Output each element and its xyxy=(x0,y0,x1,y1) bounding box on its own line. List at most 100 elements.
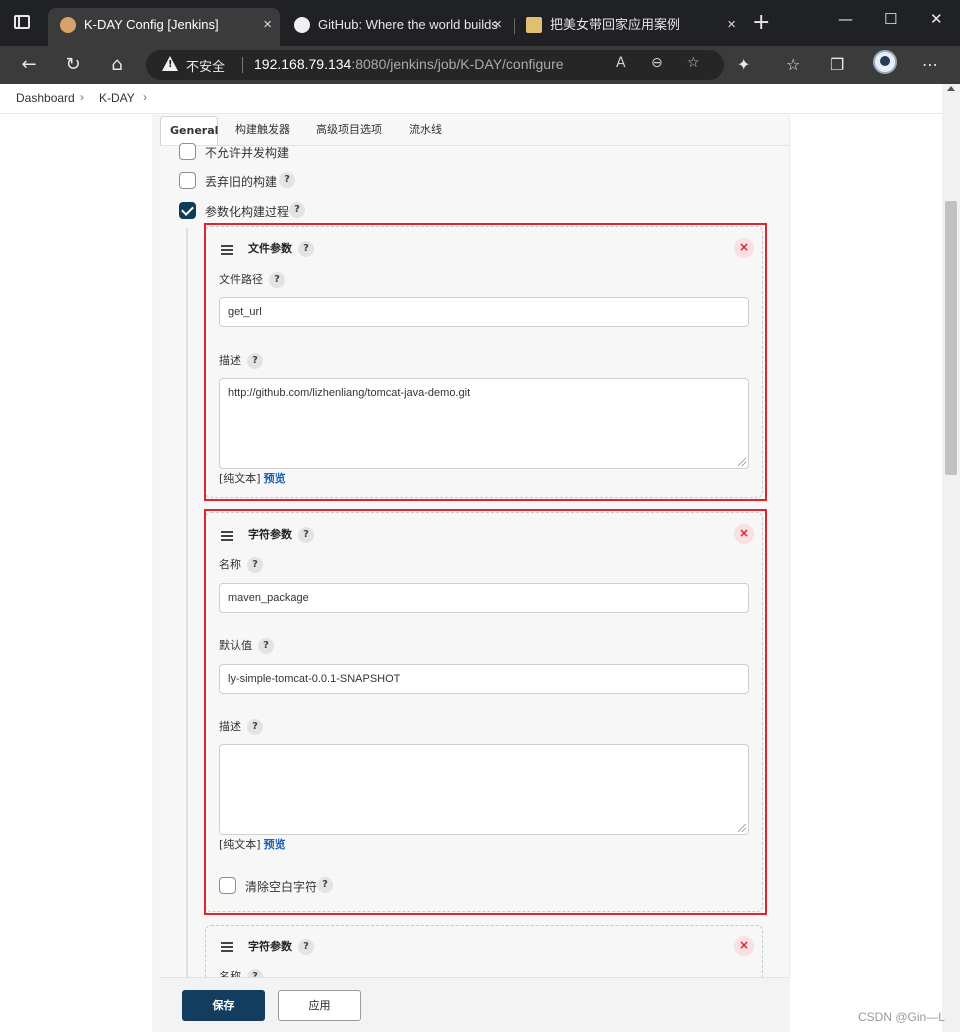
watermark: CSDN @Gin—L xyxy=(858,1010,945,1024)
delete-parameter-button[interactable]: × xyxy=(734,936,754,956)
help-icon[interactable]: ? xyxy=(298,939,314,955)
tab-pipeline[interactable]: 流水线 xyxy=(400,116,451,146)
apply-button[interactable]: 应用 xyxy=(278,990,361,1021)
description-label: 描述? xyxy=(219,352,263,369)
checkbox[interactable] xyxy=(179,143,196,160)
help-icon[interactable]: ? xyxy=(247,557,263,573)
zoom-icon[interactable]: ⊖ xyxy=(651,55,663,71)
extensions-icon[interactable]: ✦ xyxy=(737,55,750,74)
tab-actions-icon[interactable] xyxy=(14,15,30,29)
file-path-label: 文件路径? xyxy=(219,271,285,288)
parameter-type-title: 文件参数? xyxy=(248,240,314,257)
string-parameter-block: 字符参数? × 名称? maven_package 默认值? ly-simple… xyxy=(205,512,763,912)
name-input[interactable]: maven_package xyxy=(219,583,749,613)
scroll-thumb[interactable] xyxy=(945,201,957,475)
help-icon[interactable]: ? xyxy=(269,272,285,288)
help-icon[interactable]: ? xyxy=(247,719,263,735)
drag-handle-icon[interactable] xyxy=(221,245,233,255)
tab-general[interactable]: General xyxy=(160,116,218,146)
resize-handle-icon[interactable] xyxy=(738,458,746,466)
close-tab-icon[interactable]: × xyxy=(263,8,272,42)
browser-toolbar: ← ↻ ⌂ ! 不安全 192.168.79.134:8080/jenkins/… xyxy=(0,46,960,84)
close-tab-icon[interactable]: × xyxy=(727,8,736,42)
breadcrumb-job[interactable]: K-DAY xyxy=(99,91,135,105)
file-path-input[interactable]: get_url xyxy=(219,297,749,327)
option-label: 丢弃旧的构建 xyxy=(205,175,278,189)
add-favorite-icon[interactable]: ☆ xyxy=(687,55,700,71)
browser-tab-bar: K-DAY Config [Jenkins] × GitHub: Where t… xyxy=(0,0,960,46)
parameter-type-title: 字符参数? xyxy=(248,526,314,543)
url-divider xyxy=(242,57,243,73)
preview-link[interactable]: 预览 xyxy=(264,472,286,485)
read-aloud-icon[interactable]: A xyxy=(616,55,626,71)
delete-parameter-button[interactable]: × xyxy=(734,238,754,258)
drag-handle-icon[interactable] xyxy=(221,942,233,952)
help-icon[interactable]: ? xyxy=(279,172,295,188)
profile-avatar[interactable] xyxy=(873,50,897,74)
format-line: [纯文本] 预览 xyxy=(219,838,286,851)
name-label: 名称? xyxy=(219,556,263,573)
browser-tab-title: GitHub: Where the world builds xyxy=(318,17,498,32)
nested-indent-line xyxy=(186,228,188,1032)
back-icon[interactable]: ← xyxy=(18,54,40,75)
tab-build-triggers[interactable]: 构建触发器 xyxy=(226,116,299,146)
refresh-icon[interactable]: ↻ xyxy=(62,54,84,75)
help-icon[interactable]: ? xyxy=(258,638,274,654)
favorites-icon[interactable]: ☆ xyxy=(786,55,800,74)
checkbox[interactable] xyxy=(219,877,236,894)
description-text: http://github.com/lizhenliang/tomcat-jav… xyxy=(228,387,471,399)
form-actions-bar: 保存 应用 xyxy=(160,977,790,1032)
help-icon[interactable]: ? xyxy=(298,527,314,543)
default-value-input[interactable]: ly-simple-tomcat-0.0.1-SNAPSHOT xyxy=(219,664,749,694)
minimize-button[interactable]: — xyxy=(838,10,853,28)
scroll-up-arrow-icon[interactable] xyxy=(947,86,955,91)
tab-advanced-options[interactable]: 高级项目选项 xyxy=(307,116,391,146)
checkbox[interactable] xyxy=(179,172,196,189)
help-icon[interactable]: ? xyxy=(247,353,263,369)
description-textarea[interactable]: http://github.com/lizhenliang/tomcat-jav… xyxy=(219,378,749,469)
preview-link[interactable]: 预览 xyxy=(264,838,286,851)
image-icon xyxy=(526,17,542,33)
resize-handle-icon[interactable] xyxy=(738,824,746,832)
breadcrumb-dashboard[interactable]: Dashboard xyxy=(16,91,75,105)
jenkins-icon xyxy=(60,17,76,33)
description-textarea[interactable] xyxy=(219,744,749,835)
checkbox[interactable] xyxy=(179,202,196,219)
url-text[interactable]: 192.168.79.134:8080/jenkins/job/K-DAY/co… xyxy=(254,56,564,72)
home-icon[interactable]: ⌂ xyxy=(106,54,128,75)
browser-tab-github[interactable]: GitHub: Where the world builds × xyxy=(282,8,510,46)
format-line: [纯文本] 预览 xyxy=(219,472,286,485)
option-label: 清除空白字符 xyxy=(245,880,318,894)
close-window-button[interactable]: ✕ xyxy=(930,10,943,28)
more-menu-icon[interactable]: ⋯ xyxy=(922,55,938,74)
breadcrumb: Dashboard › K-DAY › xyxy=(0,84,942,114)
browser-tab-jenkins[interactable]: K-DAY Config [Jenkins] × xyxy=(48,8,280,46)
description-label: 描述? xyxy=(219,718,263,735)
save-button[interactable]: 保存 xyxy=(182,990,265,1021)
file-parameter-block: 文件参数? × 文件路径? get_url 描述? http://github.… xyxy=(205,226,763,498)
help-icon[interactable]: ? xyxy=(317,877,333,893)
security-label[interactable]: 不安全 xyxy=(186,56,225,75)
breadcrumb-separator[interactable]: › xyxy=(143,90,147,104)
browser-tab-title: 把美女带回家应用案例 xyxy=(550,17,681,32)
breadcrumb-separator[interactable]: › xyxy=(80,90,84,104)
new-tab-button[interactable]: + xyxy=(752,10,770,35)
browser-tab-title: K-DAY Config [Jenkins] xyxy=(84,17,219,32)
collections-icon[interactable]: ❐ xyxy=(830,55,844,74)
drag-handle-icon[interactable] xyxy=(221,531,233,541)
delete-parameter-button[interactable]: × xyxy=(734,524,754,544)
help-icon[interactable]: ? xyxy=(298,241,314,257)
option-label: 不允许并发构建 xyxy=(205,146,290,160)
browser-tab-case[interactable]: 把美女带回家应用案例 × xyxy=(514,8,744,46)
side-gutter xyxy=(152,114,160,1032)
close-tab-icon[interactable]: × xyxy=(493,8,502,42)
page-scrollbar[interactable] xyxy=(942,84,960,1032)
warning-icon: ! xyxy=(162,56,178,71)
address-bar[interactable]: ! 不安全 192.168.79.134:8080/jenkins/job/K-… xyxy=(146,50,724,80)
default-value-label: 默认值? xyxy=(219,637,274,654)
github-icon xyxy=(294,17,310,33)
maximize-button[interactable]: ☐ xyxy=(884,10,897,28)
help-icon[interactable]: ? xyxy=(289,202,305,218)
parameter-type-title: 字符参数? xyxy=(248,938,314,955)
option-label: 参数化构建过程 xyxy=(205,205,290,219)
